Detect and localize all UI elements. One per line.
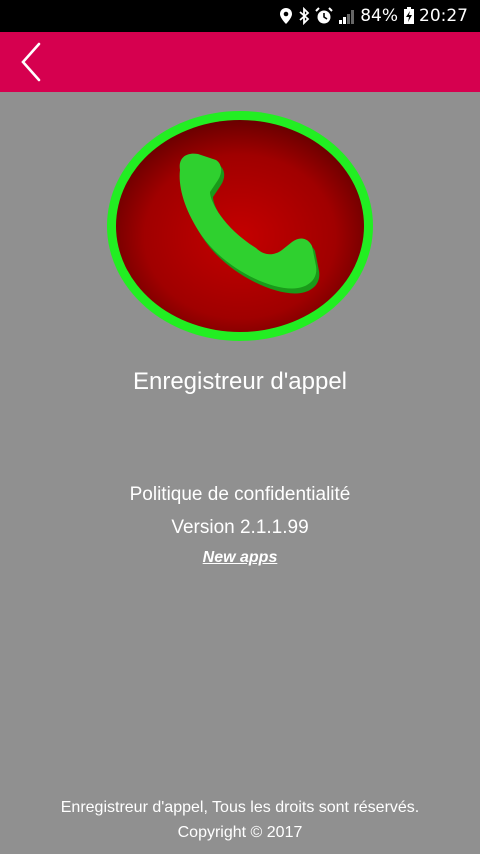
new-apps-link[interactable]: New apps: [0, 549, 480, 567]
signal-icon: [338, 8, 356, 24]
bluetooth-icon: [298, 7, 310, 25]
app-logo: [107, 111, 373, 341]
footer-rights: Enregistreur d'appel, Tous les droits so…: [60, 799, 420, 816]
chevron-left-icon: [21, 42, 41, 82]
privacy-policy-link[interactable]: Politique de confidentialité: [0, 484, 480, 506]
version-label: Version 2.1.1.99: [171, 517, 309, 538]
footer-copyright: Copyright © 2017: [177, 824, 303, 841]
status-bar: 84% 20:27: [0, 0, 480, 32]
battery-percent: 84%: [360, 6, 398, 26]
app-name: Enregistreur d'appel: [132, 368, 348, 395]
alarm-icon: [315, 7, 333, 25]
app-bar: [0, 32, 480, 92]
battery-icon: [403, 7, 415, 25]
clock: 20:27: [419, 6, 468, 26]
location-icon: [279, 7, 293, 25]
back-button[interactable]: [4, 36, 56, 88]
